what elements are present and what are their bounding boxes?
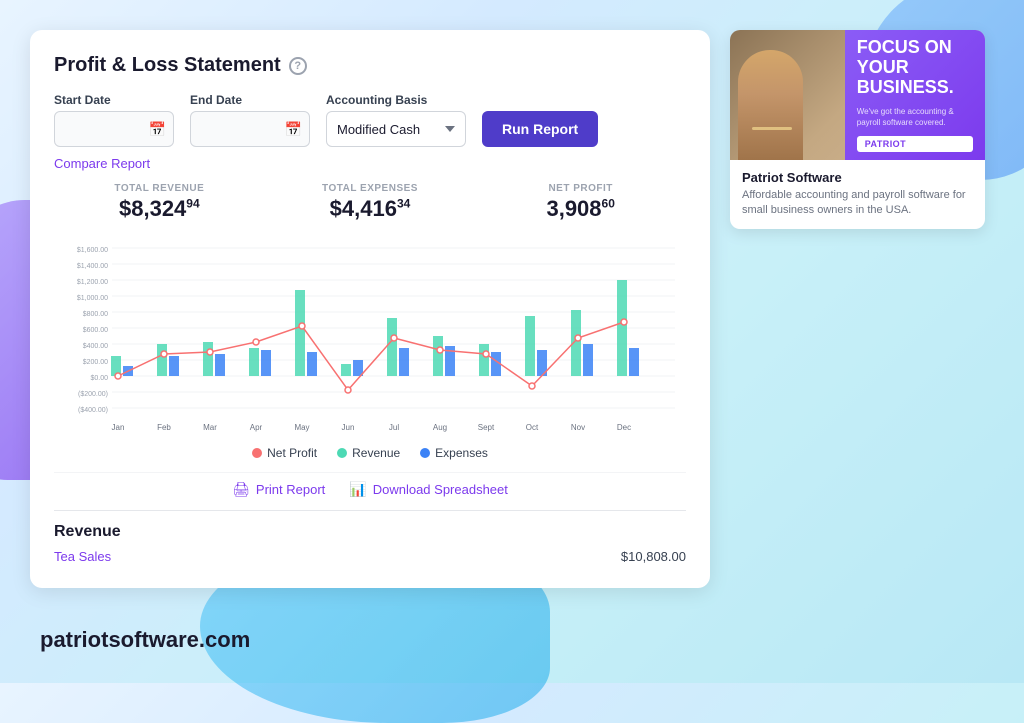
svg-text:($200.00): ($200.00) (78, 391, 108, 398)
svg-text:Jan: Jan (112, 423, 125, 432)
svg-text:$800.00: $800.00 (83, 311, 108, 318)
svg-text:Oct: Oct (526, 423, 539, 432)
svg-text:$1,400.00: $1,400.00 (77, 263, 108, 270)
card-title-row: Profit & Loss Statement ? (54, 54, 686, 77)
action-links: 🖨 Print Report 📊 Download Spreadsheet (54, 472, 686, 498)
tea-sales-amount: $10,808.00 (621, 549, 686, 564)
stats-row: TOTAL REVENUE $8,32494 TOTAL EXPENSES $4… (54, 183, 686, 222)
printer-icon: 🖨 (232, 481, 250, 498)
main-layout: Profit & Loss Statement ? Start Date 📅 E… (0, 0, 1024, 608)
start-date-input[interactable] (54, 111, 174, 147)
total-expenses-stat: TOTAL EXPENSES $4,41634 (265, 183, 476, 222)
total-revenue-label: TOTAL REVENUE (54, 183, 265, 194)
total-expenses-value: $4,41634 (265, 196, 476, 222)
revenue-section: Revenue Tea Sales $10,808.00 (54, 510, 686, 564)
legend-revenue: Revenue (337, 446, 400, 460)
svg-text:$1,600.00: $1,600.00 (77, 247, 108, 254)
revenue-title: Revenue (54, 523, 686, 541)
legend-dot-expenses (420, 448, 430, 458)
net-profit-label: NET PROFIT (475, 183, 686, 194)
chart-svg: $1,600.00 $1,400.00 $1,200.00 $1,000.00 … (54, 238, 686, 438)
svg-text:$1,000.00: $1,000.00 (77, 295, 108, 302)
total-revenue-value: $8,32494 (54, 196, 265, 222)
svg-text:Dec: Dec (617, 423, 631, 432)
accounting-basis-select[interactable]: Modified Cash Accrual Cash (326, 111, 466, 147)
card-title: Profit & Loss Statement (54, 54, 281, 77)
start-date-wrapper: 📅 (54, 111, 174, 147)
ad-desc: Affordable accounting and payroll softwa… (742, 188, 973, 219)
person-silhouette (738, 50, 803, 160)
print-report-link[interactable]: 🖨 Print Report (232, 481, 325, 498)
necklace (752, 127, 792, 130)
ad-logo: PATRIOT (857, 136, 973, 152)
ad-card: FOCUS ON YOUR BUSINESS. We've got the ac… (730, 30, 985, 229)
end-date-group: End Date 📅 (190, 93, 310, 147)
legend-dot-revenue (337, 448, 347, 458)
start-date-label: Start Date (54, 93, 174, 107)
compare-report-link[interactable]: Compare Report (54, 156, 150, 171)
download-spreadsheet-link[interactable]: 📊 Download Spreadsheet (349, 481, 508, 498)
svg-text:May: May (294, 423, 309, 432)
svg-text:Aug: Aug (433, 423, 447, 432)
svg-text:$1,200.00: $1,200.00 (77, 279, 108, 286)
form-row: Start Date 📅 End Date 📅 Accounting Basis… (54, 93, 686, 147)
svg-text:$0.00: $0.00 (90, 375, 108, 382)
revenue-row: Tea Sales $10,808.00 (54, 549, 686, 564)
ad-overlay: FOCUS ON YOUR BUSINESS. We've got the ac… (845, 30, 985, 160)
legend-net-profit: Net Profit (252, 446, 317, 460)
svg-text:$400.00: $400.00 (83, 343, 108, 350)
svg-text:Jul: Jul (389, 423, 399, 432)
ad-image-area: FOCUS ON YOUR BUSINESS. We've got the ac… (730, 30, 985, 160)
svg-text:Nov: Nov (571, 423, 585, 432)
legend-net-profit-label: Net Profit (267, 446, 317, 460)
run-report-button[interactable]: Run Report (482, 111, 598, 147)
brand-text: patriotsoftware.com (40, 627, 250, 653)
legend-revenue-label: Revenue (352, 446, 400, 460)
legend-dot-net-profit (252, 448, 262, 458)
net-profit-stat: NET PROFIT 3,90860 (475, 183, 686, 222)
svg-text:Sept: Sept (478, 423, 495, 432)
tea-sales-link[interactable]: Tea Sales (54, 549, 111, 564)
svg-text:($400.00): ($400.00) (78, 407, 108, 414)
svg-text:Mar: Mar (203, 423, 217, 432)
legend-expenses-label: Expenses (435, 446, 488, 460)
total-revenue-stat: TOTAL REVENUE $8,32494 (54, 183, 265, 222)
ad-bottom: Patriot Software Affordable accounting a… (730, 160, 985, 229)
accounting-basis-group: Accounting Basis Modified Cash Accrual C… (326, 93, 466, 147)
net-profit-value: 3,90860 (475, 196, 686, 222)
end-date-input[interactable] (190, 111, 310, 147)
main-card: Profit & Loss Statement ? Start Date 📅 E… (30, 30, 710, 588)
svg-text:$200.00: $200.00 (83, 359, 108, 366)
info-icon[interactable]: ? (289, 57, 307, 75)
start-date-group: Start Date 📅 (54, 93, 174, 147)
ad-subtext: We've got the accounting & payroll softw… (857, 106, 973, 128)
legend-expenses: Expenses (420, 446, 488, 460)
total-expenses-label: TOTAL EXPENSES (265, 183, 476, 194)
end-date-wrapper: 📅 (190, 111, 310, 147)
right-panel: FOCUS ON YOUR BUSINESS. We've got the ac… (730, 30, 985, 241)
svg-text:$600.00: $600.00 (83, 327, 108, 334)
ad-headline: FOCUS ON YOUR BUSINESS. (857, 38, 973, 97)
svg-text:Apr: Apr (250, 423, 263, 432)
svg-text:Jun: Jun (342, 423, 355, 432)
ad-company: Patriot Software (742, 170, 973, 185)
svg-text:Feb: Feb (157, 423, 171, 432)
end-date-label: End Date (190, 93, 310, 107)
spreadsheet-icon: 📊 (349, 481, 366, 498)
chart-container: $1,600.00 $1,400.00 $1,200.00 $1,000.00 … (54, 238, 686, 438)
chart-legend: Net Profit Revenue Expenses (54, 446, 686, 460)
accounting-basis-label: Accounting Basis (326, 93, 466, 107)
